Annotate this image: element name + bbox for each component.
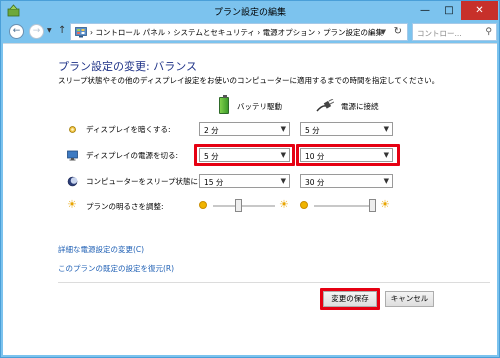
plugged-column-label: 電源に接続 <box>341 102 379 111</box>
refresh-icon[interactable]: ↻ <box>394 26 402 37</box>
breadcrumb-separator: › <box>317 28 321 37</box>
brightness-low-icon <box>300 201 308 209</box>
brightness-high-icon: ☀ <box>279 198 289 211</box>
battery-column-label: バッテリ駆動 <box>237 102 282 111</box>
sleep-plugged-value: 30 分 <box>305 178 325 187</box>
search-input[interactable]: コントロー... <box>417 28 462 39</box>
forward-arrow-icon[interactable]: → <box>29 24 44 39</box>
chevron-down-icon: ▼ <box>280 177 286 185</box>
dim-display-icon <box>69 126 76 133</box>
breadcrumb-separator: › <box>257 28 261 37</box>
brightness-plugged-thumb[interactable] <box>369 199 376 212</box>
control-panel-icon <box>75 27 87 38</box>
title-bar: プラン設定の編集 — □ ✕ <box>1 1 499 21</box>
slider-track <box>314 205 376 207</box>
brightness-battery-slider[interactable]: ☀ <box>199 197 291 215</box>
dim-display-battery-select[interactable]: 2 分 ▼ <box>199 122 290 136</box>
minimize-button[interactable]: — <box>413 1 437 20</box>
battery-highlight-box <box>194 144 295 166</box>
brightness-plugged-slider[interactable]: ☀ <box>300 197 392 215</box>
main-content: プラン設定の変更: バランス スリープ状態やその他のディスプレイ設定をお使いのコ… <box>3 43 497 355</box>
dim-display-label: ディスプレイを暗くする: <box>86 125 171 134</box>
page-description: スリープ状態やその他のディスプレイ設定をお使いのコンピューターに適用するまでの時… <box>58 76 440 85</box>
window-frame: プラン設定の編集 — □ ✕ ← → ▼ ↑ › コントロール パネル › シス… <box>0 0 500 358</box>
breadcrumb-separator: › <box>90 28 93 37</box>
plugged-highlight-box <box>296 144 400 166</box>
cancel-button[interactable]: キャンセル <box>385 291 434 307</box>
brightness-label: プランの明るさを調整: <box>86 202 164 211</box>
dim-display-plugged-value: 5 分 <box>305 126 320 135</box>
advanced-settings-link[interactable]: 詳細な電源設定の変更(C) <box>58 244 144 255</box>
sleep-battery-select[interactable]: 15 分 ▼ <box>199 174 290 188</box>
breadcrumb-item-edit-plan[interactable]: プラン設定の編集 <box>323 28 383 37</box>
brightness-battery-thumb[interactable] <box>235 199 242 212</box>
footer-divider <box>58 282 490 283</box>
breadcrumb-item-power-options[interactable]: 電源オプション <box>263 28 316 37</box>
dim-display-battery-value: 2 分 <box>204 126 219 135</box>
breadcrumb-item-system-security[interactable]: システムとセキュリティ <box>173 28 255 37</box>
sleep-plugged-select[interactable]: 30 分 ▼ <box>300 174 393 188</box>
moon-icon <box>67 176 78 187</box>
breadcrumb-item-control-panel[interactable]: コントロール パネル <box>95 28 165 37</box>
chevron-down-icon: ▼ <box>280 125 286 133</box>
close-button[interactable]: ✕ <box>461 1 498 20</box>
breadcrumb: › コントロール パネル › システムとセキュリティ › 電源オプション › プ… <box>90 27 383 38</box>
navigation-bar: ← → ▼ ↑ › コントロール パネル › システムとセキュリティ › 電源オ… <box>3 21 497 43</box>
turn-off-display-label: ディスプレイの電源を切る: <box>86 151 179 160</box>
up-arrow-icon[interactable]: ↑ <box>58 25 66 36</box>
dim-display-plugged-select[interactable]: 5 分 ▼ <box>300 122 393 136</box>
recent-pages-dropdown-icon[interactable]: ▼ <box>47 27 52 34</box>
battery-icon <box>219 95 229 114</box>
back-arrow-icon[interactable]: ← <box>9 24 24 39</box>
brightness-high-icon: ☀ <box>380 198 390 211</box>
save-button[interactable]: 変更の保存 <box>323 291 377 307</box>
page-title: プラン設定の変更: バランス <box>58 60 197 73</box>
address-bar[interactable]: › コントロール パネル › システムとセキュリティ › 電源オプション › プ… <box>70 23 408 41</box>
slider-track <box>213 205 275 207</box>
maximize-button[interactable]: □ <box>437 1 461 20</box>
brightness-low-icon <box>199 201 207 209</box>
chevron-down-icon: ▼ <box>383 177 389 185</box>
breadcrumb-separator: › <box>167 28 171 37</box>
address-dropdown-icon[interactable]: ▼ <box>381 28 386 36</box>
restore-defaults-link[interactable]: このプランの既定の設定を復元(R) <box>58 263 174 274</box>
search-box[interactable]: コントロー... ⚲ <box>412 23 497 41</box>
power-plug-icon <box>316 99 334 112</box>
sleep-label: コンピューターをスリープ状態にする: <box>86 177 216 186</box>
search-icon[interactable]: ⚲ <box>485 27 492 37</box>
brightness-icon: ☀ <box>67 198 77 211</box>
monitor-icon <box>67 150 78 161</box>
chevron-down-icon: ▼ <box>383 125 389 133</box>
sleep-battery-value: 15 分 <box>204 178 224 187</box>
